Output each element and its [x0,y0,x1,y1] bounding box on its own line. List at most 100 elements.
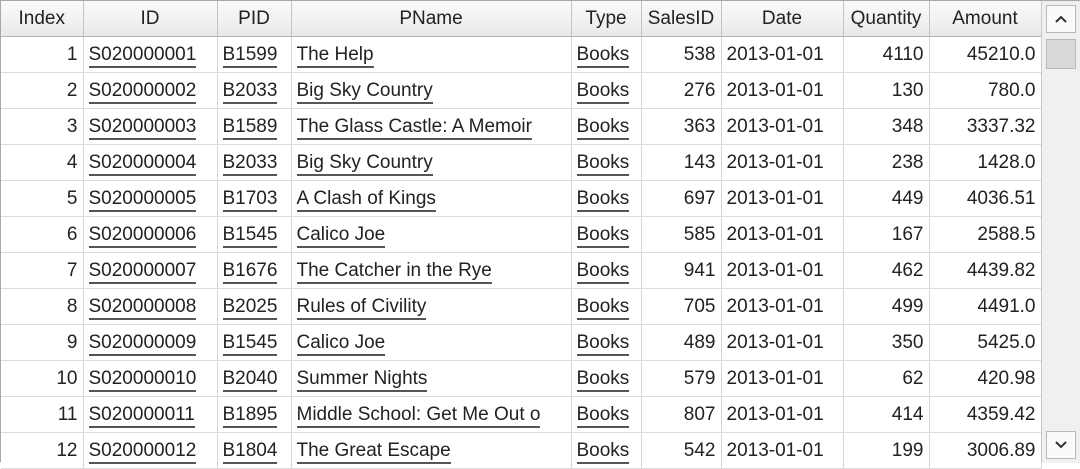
cell-amount[interactable]: 2588.5 [929,216,1042,253]
cell-quantity[interactable]: 348 [843,108,930,145]
cell-pname-link[interactable]: The Catcher in the Rye [296,259,492,284]
table-row[interactable]: 6 S020000006 B1545 Calico Joe Books 585 2013-0… [1,216,1042,253]
cell-index[interactable]: 6 [1,216,84,253]
cell-pid[interactable]: B2033 [217,72,292,109]
cell-pname[interactable]: Calico Joe [291,324,572,361]
table-row[interactable]: 7 S020000007 B1676 The Catcher in the Rye Bo… [1,252,1042,289]
cell-pname[interactable]: The Glass Castle: A Memoir [291,108,572,145]
cell-quantity[interactable]: 199 [843,432,930,469]
cell-date[interactable]: 2013-01-01 [721,396,844,433]
cell-id-link[interactable]: S020000012 [88,439,197,464]
cell-type[interactable]: Books [571,324,642,361]
cell-id-link[interactable]: S020000009 [88,331,197,356]
cell-quantity[interactable]: 499 [843,288,930,325]
cell-pname[interactable]: Summer Nights [291,360,572,397]
cell-type-link[interactable]: Books [576,151,630,176]
cell-index[interactable]: 9 [1,324,84,361]
cell-pid-link[interactable]: B1599 [222,43,278,68]
cell-type-link[interactable]: Books [576,295,630,320]
cell-date[interactable]: 2013-01-01 [721,180,844,217]
cell-id-link[interactable]: S020000002 [88,79,197,104]
cell-pid[interactable]: B1589 [217,108,292,145]
cell-type-link[interactable]: Books [576,115,630,140]
cell-type[interactable]: Books [571,180,642,217]
cell-index[interactable]: 5 [1,180,84,217]
cell-pname-link[interactable]: Calico Joe [296,223,386,248]
cell-pid-link[interactable]: B2025 [222,295,278,320]
cell-pname-link[interactable]: The Help [296,43,374,68]
cell-date[interactable]: 2013-01-01 [721,252,844,289]
column-header-quantity[interactable]: Quantity [843,1,930,37]
column-header-amount[interactable]: Amount [929,1,1042,37]
cell-index[interactable]: 11 [1,396,84,433]
cell-id-link[interactable]: S020000010 [88,367,197,392]
cell-type-link[interactable]: Books [576,403,630,428]
table-row[interactable]: 10 S020000010 B2040 Summer Nights Books 579 20… [1,360,1042,397]
cell-pid[interactable]: B1545 [217,216,292,253]
cell-date[interactable]: 2013-01-01 [721,324,844,361]
column-header-index[interactable]: Index [1,1,84,37]
column-header-date[interactable]: Date [721,1,844,37]
cell-date[interactable]: 2013-01-01 [721,108,844,145]
cell-quantity[interactable]: 4110 [843,36,930,73]
cell-type[interactable]: Books [571,252,642,289]
vertical-scrollbar[interactable] [1041,1,1080,463]
cell-pname[interactable]: The Catcher in the Rye [291,252,572,289]
cell-date[interactable]: 2013-01-01 [721,36,844,73]
cell-pname-link[interactable]: Big Sky Country [296,151,433,176]
cell-quantity[interactable]: 462 [843,252,930,289]
cell-pid[interactable]: B1895 [217,396,292,433]
cell-pid[interactable]: B2033 [217,144,292,181]
cell-id[interactable]: S020000005 [83,180,218,217]
cell-pid-link[interactable]: B1895 [222,403,278,428]
cell-pname-link[interactable]: Middle School: Get Me Out o [296,403,541,428]
cell-salesid[interactable]: 697 [641,180,722,217]
cell-id-link[interactable]: S020000005 [88,187,197,212]
scroll-thumb[interactable] [1046,39,1076,69]
cell-salesid[interactable]: 585 [641,216,722,253]
cell-id[interactable]: S020000008 [83,288,218,325]
cell-date[interactable]: 2013-01-01 [721,432,844,469]
cell-amount[interactable]: 5425.0 [929,324,1042,361]
cell-quantity[interactable]: 238 [843,144,930,181]
cell-index[interactable]: 4 [1,144,84,181]
cell-pname[interactable]: Calico Joe [291,216,572,253]
cell-type-link[interactable]: Books [576,79,630,104]
cell-salesid[interactable]: 489 [641,324,722,361]
cell-id[interactable]: S020000012 [83,432,218,469]
table-row[interactable]: 4 S020000004 B2033 Big Sky Country Books 143 2… [1,144,1042,181]
cell-amount[interactable]: 3337.32 [929,108,1042,145]
cell-type[interactable]: Books [571,432,642,469]
cell-pid-link[interactable]: B2033 [222,151,278,176]
cell-date[interactable]: 2013-01-01 [721,288,844,325]
cell-amount[interactable]: 4491.0 [929,288,1042,325]
column-header-salesid[interactable]: SalesID [641,1,722,37]
cell-id-link[interactable]: S020000003 [88,115,197,140]
cell-amount[interactable]: 780.0 [929,72,1042,109]
cell-id[interactable]: S020000004 [83,144,218,181]
cell-index[interactable]: 1 [1,36,84,73]
table-row[interactable]: 5 S020000005 B1703 A Clash of Kings Books 697… [1,180,1042,217]
cell-quantity[interactable]: 449 [843,180,930,217]
cell-pid-link[interactable]: B1804 [222,439,278,464]
cell-pid[interactable]: B1804 [217,432,292,469]
cell-type-link[interactable]: Books [576,259,630,284]
cell-quantity[interactable]: 167 [843,216,930,253]
cell-id-link[interactable]: S020000004 [88,151,197,176]
cell-pname-link[interactable]: Calico Joe [296,331,386,356]
scroll-up-button[interactable] [1046,5,1076,33]
cell-pid[interactable]: B1676 [217,252,292,289]
table-row[interactable]: 1 S020000001 B1599 The Help Books 538 2013-01-… [1,36,1042,73]
cell-type[interactable]: Books [571,72,642,109]
cell-type-link[interactable]: Books [576,43,630,68]
cell-type-link[interactable]: Books [576,331,630,356]
cell-type-link[interactable]: Books [576,367,630,392]
cell-quantity[interactable]: 414 [843,396,930,433]
cell-pname[interactable]: Middle School: Get Me Out o [291,396,572,433]
cell-salesid[interactable]: 579 [641,360,722,397]
cell-pname-link[interactable]: Summer Nights [296,367,428,392]
cell-pid-link[interactable]: B1589 [222,115,278,140]
cell-index[interactable]: 3 [1,108,84,145]
cell-quantity[interactable]: 62 [843,360,930,397]
cell-id[interactable]: S020000011 [83,396,218,433]
